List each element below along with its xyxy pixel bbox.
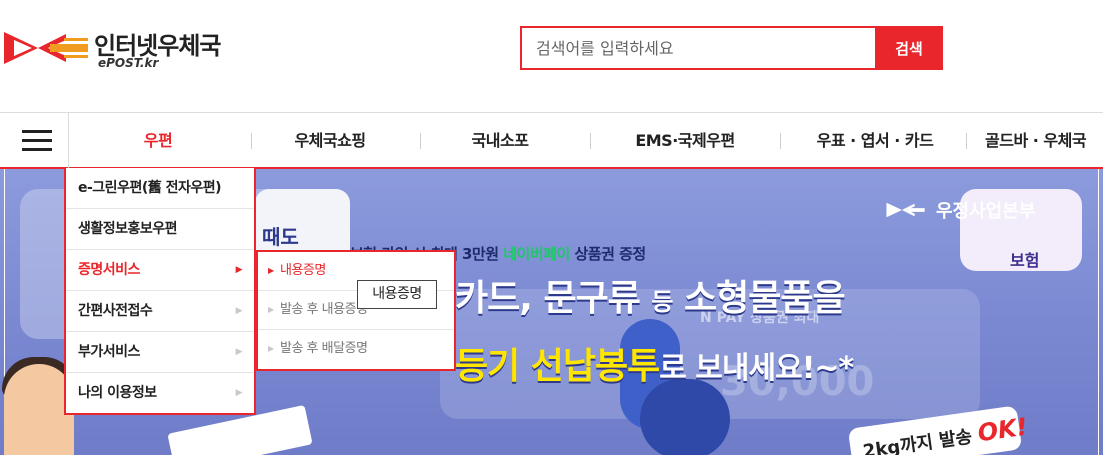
site-header: 인터넷우체국 ePOST.kr 검색 [0, 0, 1103, 112]
banner-headline-1: 카드, 문구류 등 소형물품을 [455, 269, 846, 321]
gnb-divider [251, 133, 252, 149]
sub-item-label: 발송 후 내용증명 [280, 302, 368, 317]
gnb-item-parcel[interactable]: 국내소포 [445, 113, 555, 168]
banner-headline-1c: 소형물품을 [672, 278, 846, 319]
submenu-item-my-info[interactable]: 나의 이용정보 ▶ [66, 373, 254, 414]
hamburger-menu-icon [22, 148, 52, 151]
gnb-item-stamps[interactable]: 우표 · 엽서 · 카드 [795, 113, 955, 168]
submenu-item-additional[interactable]: 부가서비스 ▶ [66, 332, 254, 373]
search-button[interactable]: 검색 [875, 26, 943, 70]
logo-subtitle: ePOST.kr [98, 56, 159, 70]
submenu-item-label: 부가서비스 [78, 344, 140, 360]
submenu-item-label: e-그린우편(舊 전자우편) [78, 180, 222, 196]
epost-logo-icon [886, 202, 925, 218]
epost-logo[interactable]: 인터넷우체국 ePOST.kr [4, 24, 244, 76]
triangle-right-icon: ▶ [268, 305, 274, 314]
hover-tooltip: 내용증명 [357, 280, 437, 309]
submenu-item-life-info[interactable]: 생활정보홍보우편 [66, 209, 254, 250]
banner-headline-2: 등기 선납봉투로 보내세요!~* [455, 337, 854, 389]
search-input[interactable] [520, 26, 877, 70]
submenu-item-label: 간편사전접수 [78, 303, 153, 319]
submenu-item-e-green[interactable]: e-그린우편(舊 전자우편) [66, 168, 254, 209]
banner-headline-2b: 로 보내세요!~* [659, 351, 854, 386]
sub-item-post-delivery-cert[interactable]: ▶ 발송 후 배달증명 [258, 330, 454, 369]
gnb-divider [780, 133, 781, 149]
submenu-item-easy-receipt[interactable]: 간편사전접수 ▶ [66, 291, 254, 332]
gnb-divider [420, 133, 421, 149]
banner-headline-1a: 카드, 문구류 [455, 278, 652, 319]
sub-item-label: 내용증명 [280, 263, 326, 278]
banner-phone-text: 때도 [262, 225, 299, 249]
chevron-right-icon: ▶ [235, 388, 243, 398]
gnb-divider [590, 133, 591, 149]
gnb-item-post[interactable]: 우편 [108, 113, 208, 168]
banner-headline-2a: 등기 선납봉투 [455, 346, 660, 387]
chevron-right-icon: ▶ [235, 265, 243, 275]
sub-item-label: 발송 후 배달증명 [280, 341, 368, 356]
main-navigation: 우편 우체국쇼핑 국내소포 EMS·국제우편 우표 · 엽서 · 카드 골드바 … [0, 112, 1103, 169]
triangle-right-icon: ▶ [268, 344, 274, 353]
chevron-right-icon: ▶ [235, 347, 243, 357]
banner-headline-1b: 등 [651, 288, 673, 316]
banner-top-line-naverpay: 네이버페이 [503, 245, 570, 263]
gnb-divider [966, 133, 967, 149]
gnb-item-shopping[interactable]: 우체국쇼핑 [270, 113, 390, 168]
post-submenu: e-그린우편(舊 전자우편) 생활정보홍보우편 증명서비스 ▶ 간편사전접수 ▶ 부… [64, 168, 256, 415]
triangle-right-icon: ▶ [268, 266, 274, 275]
banner-brand-text: 우정사업본부 [936, 201, 1036, 222]
search-bar: 검색 [520, 26, 943, 70]
submenu-item-certification[interactable]: 증명서비스 ▶ [66, 250, 254, 291]
chevron-right-icon: ▶ [235, 306, 243, 316]
submenu-item-label: 생활정보홍보우편 [78, 221, 178, 237]
banner-top-line-suffix: 상품권 증정 [569, 245, 646, 263]
submenu-item-label: 증명서비스 [78, 262, 140, 278]
banner-brand: 우정사업본부 [880, 197, 1035, 223]
epost-logo-icon [4, 32, 88, 64]
hamburger-menu-icon [22, 130, 52, 133]
submenu-item-label: 나의 이용정보 [78, 385, 157, 401]
gnb-item-goldbar[interactable]: 골드바 · 우체국 [985, 113, 1103, 168]
banner-badge-text: 보험 [1010, 251, 1040, 270]
banner-character-body [640, 379, 730, 455]
gnb-item-ems[interactable]: EMS·국제우편 [615, 113, 755, 168]
hamburger-menu-icon [22, 139, 52, 142]
certification-submenu: ▶ 내용증명 ▶ 발송 후 내용증명 ▶ 발송 후 배달증명 [256, 250, 456, 371]
all-menu-button[interactable] [0, 113, 69, 168]
